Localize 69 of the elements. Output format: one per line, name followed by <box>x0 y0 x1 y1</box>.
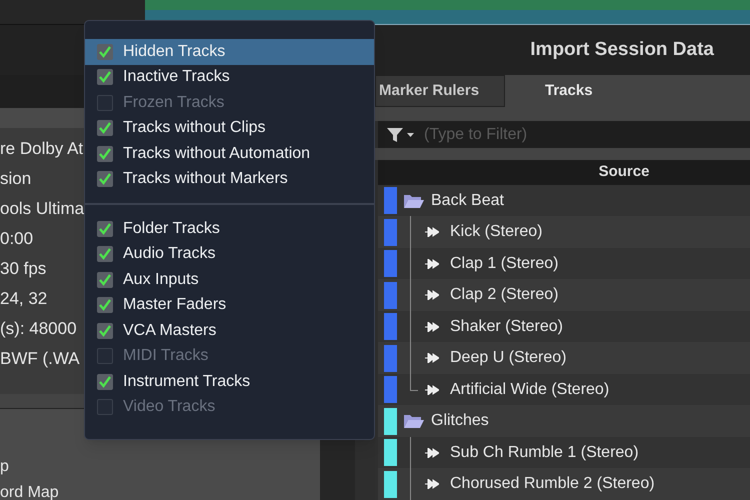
track-name[interactable]: Deep U (Stereo) <box>450 346 566 370</box>
checkbox[interactable] <box>97 220 113 237</box>
audio-track-icon <box>425 322 439 332</box>
checkbox[interactable] <box>97 171 113 188</box>
track-name[interactable]: Chorused Rumble 2 (Stereo) <box>450 472 655 496</box>
info-text: ools Ultima <box>0 198 84 220</box>
menu-item[interactable]: Inactive Tracks <box>85 64 374 90</box>
checkbox[interactable] <box>97 44 113 60</box>
track-name[interactable]: Sub Ch Rumble 1 (Stereo) <box>450 440 639 465</box>
track-name[interactable]: Artificial Wide (Stereo) <box>450 378 610 402</box>
table-row[interactable]: Artificial Wide (Stereo) <box>378 374 750 406</box>
tab[interactable]: Marker Rulers <box>375 75 505 108</box>
filter-icon[interactable] <box>386 126 416 143</box>
checkbox[interactable] <box>97 297 113 314</box>
track-name[interactable]: Shaker (Stereo) <box>450 314 563 339</box>
table-row[interactable]: Clap 1 (Stereo) <box>378 248 750 280</box>
table-row[interactable]: Glitches <box>378 405 750 437</box>
table-row[interactable]: Clap 2 (Stereo) <box>378 279 750 311</box>
table-row[interactable]: Shaker (Stereo) <box>378 310 750 342</box>
audio-track-icon <box>425 290 439 300</box>
table-row[interactable]: Deep U (Stereo) <box>378 342 750 374</box>
menu-item[interactable]: Tracks without Automation <box>85 141 374 166</box>
info-text: (s): 48000 <box>0 318 77 340</box>
checkbox[interactable] <box>97 272 113 288</box>
tab[interactable]: Tracks <box>505 75 750 108</box>
audio-track-icon <box>425 384 439 395</box>
track-name[interactable]: Kick (Stereo) <box>450 220 542 244</box>
menu-item[interactable]: Folder Tracks <box>85 216 374 242</box>
menu-item[interactable]: Master Faders <box>85 292 374 318</box>
checkbox[interactable] <box>97 146 113 162</box>
folder-icon <box>403 413 425 430</box>
list-item[interactable]: p <box>0 455 9 479</box>
audio-track-icon <box>425 258 439 269</box>
info-text: BWF (.WA <box>0 348 80 370</box>
menu-item[interactable]: Tracks without Clips <box>85 116 374 141</box>
table-row[interactable]: Chorused Rumble 2 (Stereo) <box>378 468 750 500</box>
audio-track-icon <box>425 227 439 238</box>
folder-icon <box>403 192 425 209</box>
info-text: 24, 32 <box>0 288 48 310</box>
checkbox[interactable] <box>97 374 113 390</box>
list-item[interactable]: ord Map <box>0 481 59 500</box>
menu-item[interactable]: Audio Tracks <box>85 242 374 267</box>
table-row[interactable]: Back Beat <box>378 184 750 216</box>
checkbox[interactable] <box>97 69 113 86</box>
menu-item[interactable]: Instrument Tracks <box>85 369 374 394</box>
checkbox[interactable] <box>97 322 113 339</box>
info-text: sion <box>0 168 32 190</box>
checkbox[interactable] <box>97 120 113 136</box>
menu-item[interactable]: Tracks without Markers <box>85 166 374 192</box>
track-name[interactable]: Clap 1 (Stereo) <box>450 252 558 276</box>
filter-input[interactable]: (Type to Filter) <box>424 122 742 147</box>
audio-track-icon <box>425 448 439 458</box>
window-title: Import Session Data <box>530 38 714 62</box>
folder-name[interactable]: Glitches <box>431 409 489 434</box>
menu-item[interactable]: VCA Masters <box>85 318 374 344</box>
menu-item[interactable]: Hidden Tracks <box>85 39 374 64</box>
info-text: 30 fps <box>0 258 46 280</box>
menu-item[interactable]: Aux Inputs <box>85 267 374 292</box>
audio-track-icon <box>425 353 439 364</box>
track-name[interactable]: Clap 2 (Stereo) <box>450 283 558 308</box>
audio-track-icon <box>425 479 439 490</box>
filter-field[interactable]: (Type to Filter) <box>378 120 750 148</box>
checkbox[interactable] <box>97 246 113 262</box>
column-header: Source <box>598 162 650 182</box>
table-row[interactable]: Kick (Stereo) <box>378 216 750 248</box>
info-text: re Dolby At <box>0 138 84 160</box>
folder-name[interactable]: Back Beat <box>431 188 504 213</box>
table-row[interactable]: Sub Ch Rumble 1 (Stereo) <box>378 436 750 468</box>
info-text: 0:00 <box>0 228 34 250</box>
